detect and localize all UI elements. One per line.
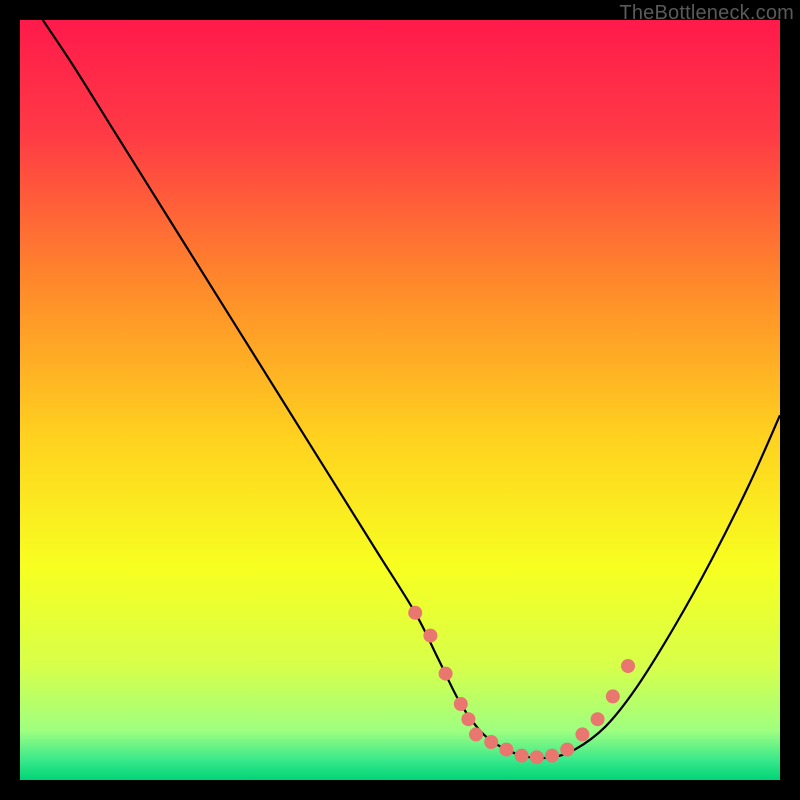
highlight-dot bbox=[469, 727, 483, 741]
highlight-dot bbox=[439, 667, 453, 681]
highlight-dot bbox=[454, 697, 468, 711]
highlight-dot bbox=[575, 727, 589, 741]
bottleneck-chart bbox=[20, 20, 780, 780]
highlight-dot bbox=[408, 606, 422, 620]
highlight-dot bbox=[621, 659, 635, 673]
highlight-dot bbox=[515, 749, 529, 763]
highlight-dot bbox=[545, 749, 559, 763]
highlight-dot bbox=[530, 750, 544, 764]
highlight-dot bbox=[591, 712, 605, 726]
highlight-dot bbox=[423, 629, 437, 643]
highlight-dot bbox=[461, 712, 475, 726]
highlight-dot bbox=[606, 689, 620, 703]
gradient-background bbox=[20, 20, 780, 780]
highlight-dot bbox=[499, 743, 513, 757]
chart-frame bbox=[20, 20, 780, 780]
attribution-text: TheBottleneck.com bbox=[619, 2, 794, 25]
highlight-dot bbox=[560, 743, 574, 757]
highlight-dot bbox=[484, 735, 498, 749]
